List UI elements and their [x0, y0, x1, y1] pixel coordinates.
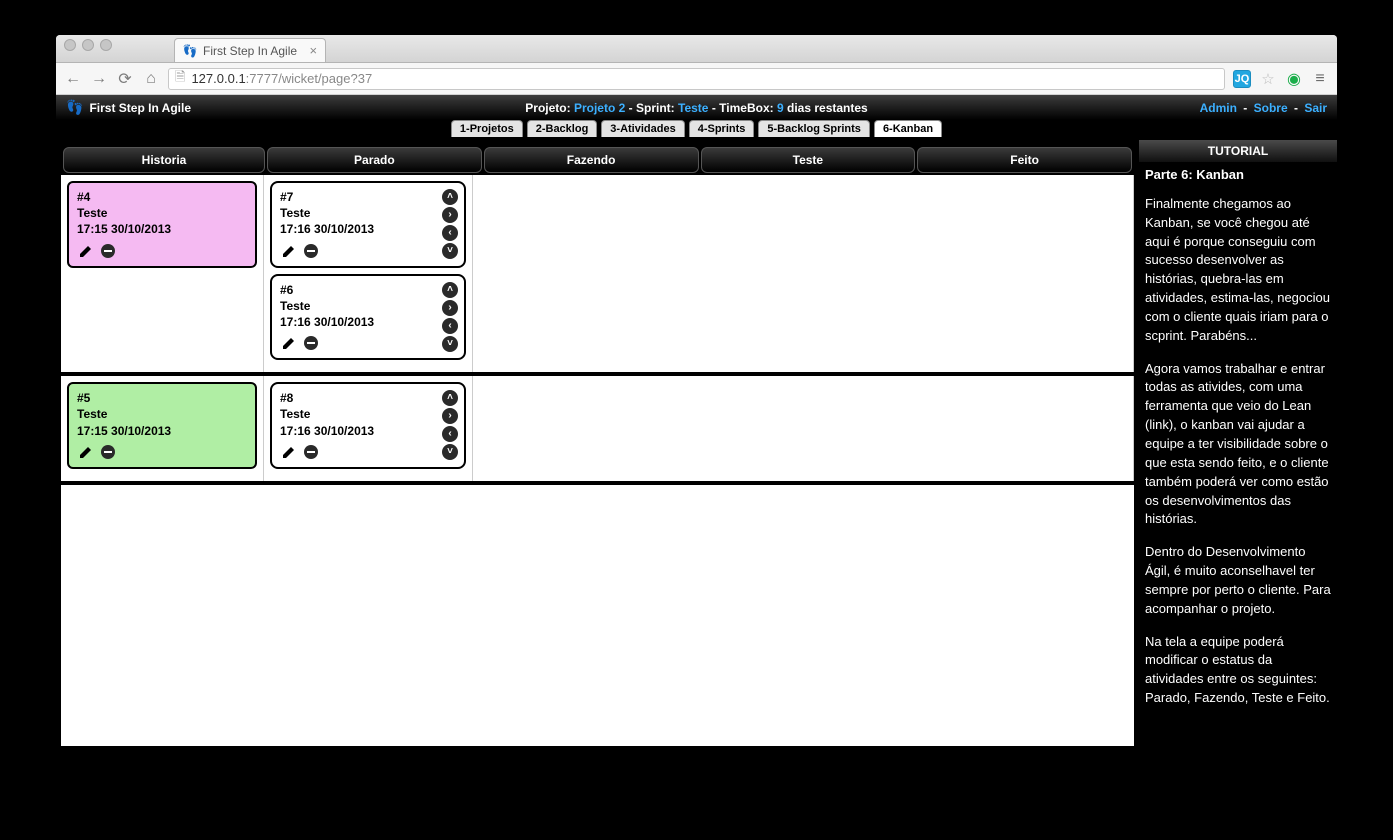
card-title: Teste — [280, 406, 456, 422]
page-icon: 🗎 — [175, 68, 185, 90]
column-header-parado: Parado — [267, 147, 482, 173]
nav-tab[interactable]: 3-Atividades — [601, 120, 684, 137]
edit-icon[interactable] — [280, 334, 298, 352]
delete-icon[interactable] — [302, 443, 320, 461]
story-card[interactable]: #5Teste17:15 30/10/2013 — [67, 382, 257, 469]
edit-icon[interactable] — [77, 443, 95, 461]
window-minimize-icon[interactable] — [82, 39, 94, 51]
move-right-icon[interactable]: › — [442, 408, 458, 424]
move-down-icon[interactable]: ˅ — [442, 243, 458, 259]
story-card[interactable]: #4Teste17:15 30/10/2013 — [67, 181, 257, 268]
kanban-lane: #4Teste17:15 30/10/2013˄›‹˅#7Teste17:16 … — [61, 175, 1134, 376]
admin-link[interactable]: Admin — [1200, 101, 1237, 115]
titlebar: 👣 First Step In Agile × — [56, 35, 1337, 63]
app-header: 👣 First Step In Agile Projeto: Projeto 2… — [56, 95, 1337, 120]
tutorial-paragraph: Dentro do Desenvolvimento Ágil, é muito … — [1145, 543, 1331, 618]
forward-icon[interactable]: → — [90, 70, 108, 88]
card-id: #8 — [280, 390, 456, 406]
move-left-icon[interactable]: ‹ — [442, 225, 458, 241]
column-header-fazendo: Fazendo — [484, 147, 699, 173]
header-status: Projeto: Projeto 2 - Sprint: Teste - Tim… — [56, 101, 1337, 115]
reload-icon[interactable]: ⟳ — [116, 69, 134, 89]
card-id: #5 — [77, 390, 247, 406]
browser-window: 👣 First Step In Agile × ← → ⟳ ⌂ 🗎 127.0.… — [56, 35, 1337, 751]
nav-tab[interactable]: 1-Projetos — [451, 120, 523, 137]
url-port: :7777 — [246, 71, 279, 86]
move-down-icon[interactable]: ˅ — [442, 444, 458, 460]
move-up-icon[interactable]: ˄ — [442, 390, 458, 406]
extension-jq-icon[interactable]: JQ — [1233, 70, 1251, 88]
bookmark-star-icon[interactable]: ☆ — [1259, 70, 1277, 88]
delete-icon[interactable] — [302, 242, 320, 260]
tab-close-icon[interactable]: × — [309, 43, 317, 58]
project-link[interactable]: Projeto 2 — [574, 101, 625, 115]
card-id: #6 — [280, 282, 456, 298]
url-path: /wicket/page?37 — [278, 71, 372, 86]
column-header-feito: Feito — [917, 147, 1132, 173]
move-right-icon[interactable]: › — [442, 207, 458, 223]
url-host: 127.0.0.1 — [191, 71, 245, 86]
kanban-board: Historia Parado Fazendo Teste Feito #4Te… — [56, 140, 1139, 751]
task-card[interactable]: ˄ › ‹ ˅ #8Teste17:16 30/10/2013 — [270, 382, 466, 469]
kanban-lane: #5Teste17:15 30/10/2013˄›‹˅#8Teste17:16 … — [61, 376, 1134, 485]
column-header-historia: Historia — [63, 147, 265, 173]
window-close-icon[interactable] — [64, 39, 76, 51]
column-header-teste: Teste — [701, 147, 916, 173]
sprint-link[interactable]: Teste — [678, 101, 708, 115]
delete-icon[interactable] — [99, 242, 117, 260]
tutorial-subtitle: Parte 6: Kanban — [1145, 166, 1331, 185]
move-right-icon[interactable]: › — [442, 300, 458, 316]
logout-link[interactable]: Sair — [1304, 101, 1327, 115]
card-timestamp: 17:16 30/10/2013 — [280, 423, 456, 439]
edit-icon[interactable] — [77, 242, 95, 260]
card-timestamp: 17:15 30/10/2013 — [77, 423, 247, 439]
about-link[interactable]: Sobre — [1254, 101, 1288, 115]
tutorial-panel: TUTORIAL Parte 6: Kanban Finalmente cheg… — [1139, 140, 1337, 751]
edit-icon[interactable] — [280, 242, 298, 260]
move-left-icon[interactable]: ‹ — [442, 426, 458, 442]
move-left-icon[interactable]: ‹ — [442, 318, 458, 334]
card-timestamp: 17:15 30/10/2013 — [77, 221, 247, 237]
card-id: #4 — [77, 189, 247, 205]
nav-tab[interactable]: 5-Backlog Sprints — [758, 120, 870, 137]
back-icon[interactable]: ← — [64, 70, 82, 88]
nav-tab[interactable]: 4-Sprints — [689, 120, 755, 137]
extension-green-icon[interactable]: ◉ — [1285, 70, 1303, 88]
address-bar[interactable]: 🗎 127.0.0.1:7777/wicket/page?37 — [168, 68, 1225, 90]
card-title: Teste — [280, 298, 456, 314]
browser-tab[interactable]: 👣 First Step In Agile × — [174, 38, 326, 62]
task-card[interactable]: ˄ › ‹ ˅ #6Teste17:16 30/10/2013 — [270, 274, 466, 361]
browser-menu-icon[interactable]: ≡ — [1311, 70, 1329, 88]
delete-icon[interactable] — [99, 443, 117, 461]
tutorial-paragraph: Agora vamos trabalhar e entrar todas as … — [1145, 360, 1331, 530]
nav-tab[interactable]: 6-Kanban — [874, 120, 942, 137]
card-id: #7 — [280, 189, 456, 205]
nav-tab[interactable]: 2-Backlog — [527, 120, 598, 137]
card-title: Teste — [77, 205, 247, 221]
favicon-icon: 👣 — [183, 44, 197, 58]
window-zoom-icon[interactable] — [100, 39, 112, 51]
card-timestamp: 17:16 30/10/2013 — [280, 314, 456, 330]
timebox-value: 9 — [777, 101, 784, 115]
move-down-icon[interactable]: ˅ — [442, 336, 458, 352]
card-title: Teste — [280, 205, 456, 221]
browser-navbar: ← → ⟳ ⌂ 🗎 127.0.0.1:7777/wicket/page?37 … — [56, 63, 1337, 95]
task-card[interactable]: ˄ › ‹ ˅ #7Teste17:16 30/10/2013 — [270, 181, 466, 268]
home-icon[interactable]: ⌂ — [142, 70, 160, 88]
tutorial-header: TUTORIAL — [1139, 140, 1337, 162]
delete-icon[interactable] — [302, 334, 320, 352]
edit-icon[interactable] — [280, 443, 298, 461]
card-timestamp: 17:16 30/10/2013 — [280, 221, 456, 237]
move-up-icon[interactable]: ˄ — [442, 189, 458, 205]
tutorial-paragraph: Finalmente chegamos ao Kanban, se você c… — [1145, 195, 1331, 346]
tab-title: First Step In Agile — [203, 44, 297, 58]
nav-tabs: 1-Projetos2-Backlog3-Atividades 4-Sprints… — [56, 120, 1337, 140]
move-up-icon[interactable]: ˄ — [442, 282, 458, 298]
card-title: Teste — [77, 406, 247, 422]
tutorial-paragraph: Na tela a equipe poderá modificar o esta… — [1145, 633, 1331, 708]
